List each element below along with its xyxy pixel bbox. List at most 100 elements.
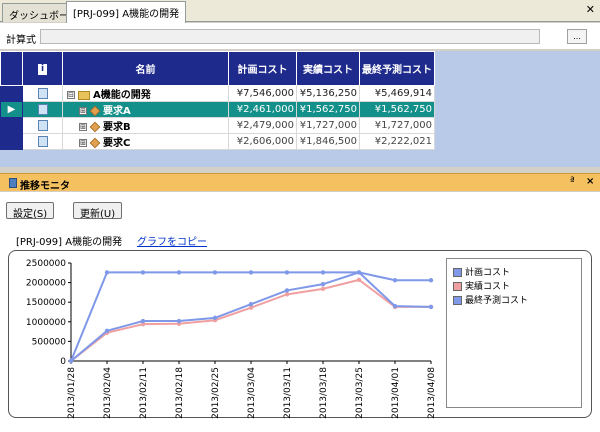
settings-button[interactable]: 設定(S) [6,202,55,220]
data-point [104,270,110,275]
x-tick-label: 2013/01/28 [67,367,77,419]
requirement-icon [89,121,101,133]
legend-label: 実績コスト [465,282,511,292]
forecast-cost-cell[interactable]: ¥1,727,000 [359,117,435,134]
plan-cost-cell[interactable]: ¥2,606,000 [228,133,297,150]
formula-bar: 計算式 ... [0,23,600,49]
legend-swatch [453,296,462,305]
document-icon [37,87,48,99]
data-point [140,318,146,324]
table-row[interactable]: ▶ ⊞ 要求A ¥2,461,000 ¥1,562,750 ¥1,562,750 [0,101,435,118]
tab-project[interactable]: [PRJ-099] A機能の開発 [66,1,187,23]
row-name: 要求A [103,106,131,117]
expand-icon[interactable]: ⊟ [67,91,75,99]
copy-graph-link[interactable]: グラフをコピー [137,233,207,248]
data-point [428,278,434,283]
info-column-header[interactable]: i [22,51,63,86]
data-point [140,270,146,275]
x-tick-label: 2013/02/04 [103,367,113,419]
actual-cost-cell[interactable]: ¥5,136,250 [296,85,360,102]
data-point [248,270,254,275]
x-tick-label: 2013/03/04 [247,367,257,419]
name-cell[interactable]: ⊞ 要求A [62,101,229,118]
plan-cost-cell[interactable]: ¥2,461,000 [228,101,297,118]
actual-cost-cell[interactable]: ¥1,727,000 [296,117,360,134]
row-icons [22,133,63,150]
table-row[interactable]: ⊞ 要求C ¥2,606,000 ¥1,846,500 ¥2,222,021 [0,133,435,150]
name-column-header[interactable]: 名前 [62,51,229,86]
row-icons [22,117,63,134]
plan-cost-column-header[interactable]: 計画コスト [228,51,297,86]
series-line-1 [70,271,431,362]
forecast-cost-cell[interactable]: ¥5,469,914 [359,85,435,102]
series-line-3 [70,271,432,362]
actual-cost-cell[interactable]: ¥1,562,750 [296,101,360,118]
tab-strip: ダッシュボード [PRJ-099] A機能の開発 ✕ [0,0,600,23]
monitor-title: 推移モニタ [20,181,70,192]
expand-icon[interactable]: ⊞ [79,139,87,147]
requirement-icon [89,137,101,149]
folder-icon [78,90,90,100]
row-icons [22,101,63,118]
close-tab-icon[interactable]: ✕ [586,3,595,16]
formula-more-button[interactable]: ... [567,29,587,44]
x-tick-label: 2013/03/18 [319,367,329,419]
row-header[interactable] [0,85,23,102]
row-header-corner [0,51,23,86]
name-cell[interactable]: ⊞ 要求C [62,133,229,150]
legend-item: 最終予測コスト [453,293,529,306]
data-point [212,270,218,275]
plan-cost-cell[interactable]: ¥7,546,000 [228,85,297,102]
forecast-cost-column-header[interactable]: 最終予測コスト [359,51,435,86]
row-header[interactable] [0,133,23,150]
name-cell[interactable]: ⊟ A機能の開発 [62,85,229,102]
forecast-cost-cell[interactable]: ¥1,562,750 [359,101,435,118]
monitor-title-bar: 推移モニタ ª × [0,173,600,192]
row-icons [22,85,63,102]
y-tick-label: 1000000 [26,318,66,328]
data-point [284,270,290,275]
data-point [320,270,326,275]
actual-cost-cell[interactable]: ¥1,846,500 [296,133,360,150]
y-tick-label: 1500000 [26,298,66,308]
data-point [212,315,218,321]
legend-item: 実績コスト [453,279,511,292]
forecast-cost-cell[interactable]: ¥2,222,021 [359,133,435,150]
data-point [284,292,290,297]
cost-grid: i 名前 計画コスト 実績コスト 最終予測コスト ⊟ A機能の開発 ¥7,546,0… [0,51,600,218]
name-cell[interactable]: ⊞ 要求B [62,117,229,134]
legend-item: 計画コスト [453,265,511,278]
series-line-2 [70,278,431,362]
row-name: 要求C [103,138,131,149]
data-point [104,328,110,334]
y-tick-label: 2000000 [26,279,66,289]
plan-cost-cell[interactable]: ¥2,479,000 [228,117,297,134]
document-icon [37,103,48,115]
legend-swatch [453,268,462,277]
row-header[interactable] [0,117,23,134]
legend-label: 計画コスト [465,268,511,278]
formula-input[interactable] [40,29,540,44]
row-header[interactable]: ▶ [0,101,23,118]
x-tick-label: 2013/03/25 [355,367,365,419]
document-icon [37,119,48,131]
table-row[interactable]: ⊞ 要求B ¥2,479,000 ¥1,727,000 ¥1,727,000 [0,117,435,134]
monitor-book-icon [9,178,17,188]
data-point [356,277,362,283]
legend-swatch [453,282,462,291]
data-point [356,270,362,275]
refresh-button[interactable]: 更新(U) [73,202,123,220]
expand-icon[interactable]: ⊞ [79,107,87,115]
table-row[interactable]: ⊟ A機能の開発 ¥7,546,000 ¥5,136,250 ¥5,469,914 [0,85,435,102]
x-tick-label: 2013/02/11 [139,367,149,419]
data-point [284,288,290,293]
close-panel-icon[interactable]: × [586,176,594,187]
pin-icon[interactable]: ª [570,176,575,187]
legend-label: 最終予測コスト [465,296,529,306]
actual-cost-column-header[interactable]: 実績コスト [296,51,360,86]
row-name: 要求B [103,122,131,133]
x-tick-label: 2013/04/08 [427,367,437,419]
expand-icon[interactable]: ⊞ [79,123,87,131]
x-tick-label: 2013/04/01 [391,367,401,419]
data-point [392,303,398,309]
